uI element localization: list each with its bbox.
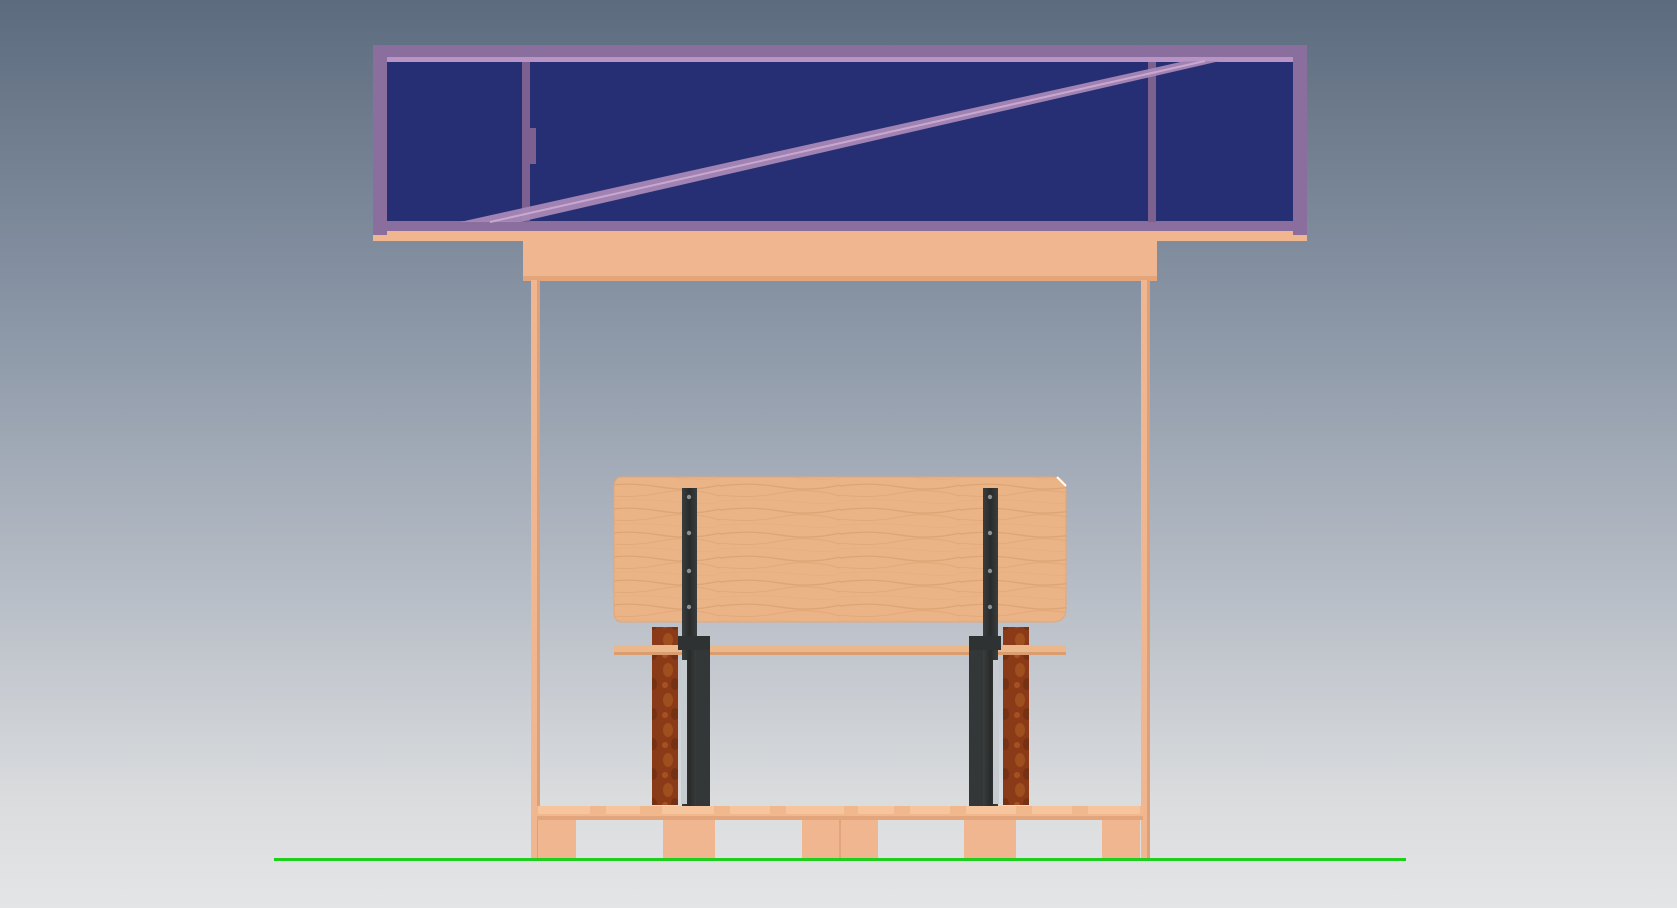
cad-viewport[interactable] [0, 0, 1677, 908]
roof-canopy [373, 45, 1307, 241]
shelter-drawing [274, 45, 1406, 861]
roof-frame-left [373, 45, 387, 235]
pallet-block [663, 820, 715, 858]
bench-backrest [613, 476, 1067, 623]
roof-mullion-right [1148, 62, 1156, 222]
bench [613, 476, 1067, 806]
roof-frame-right [1293, 45, 1307, 235]
pallet-block [964, 820, 1016, 858]
pallet-block [538, 820, 576, 858]
roof-beam [523, 241, 1157, 281]
pallet-block [1102, 820, 1140, 858]
pallet-base [537, 806, 1143, 858]
ground-line [274, 858, 1406, 861]
